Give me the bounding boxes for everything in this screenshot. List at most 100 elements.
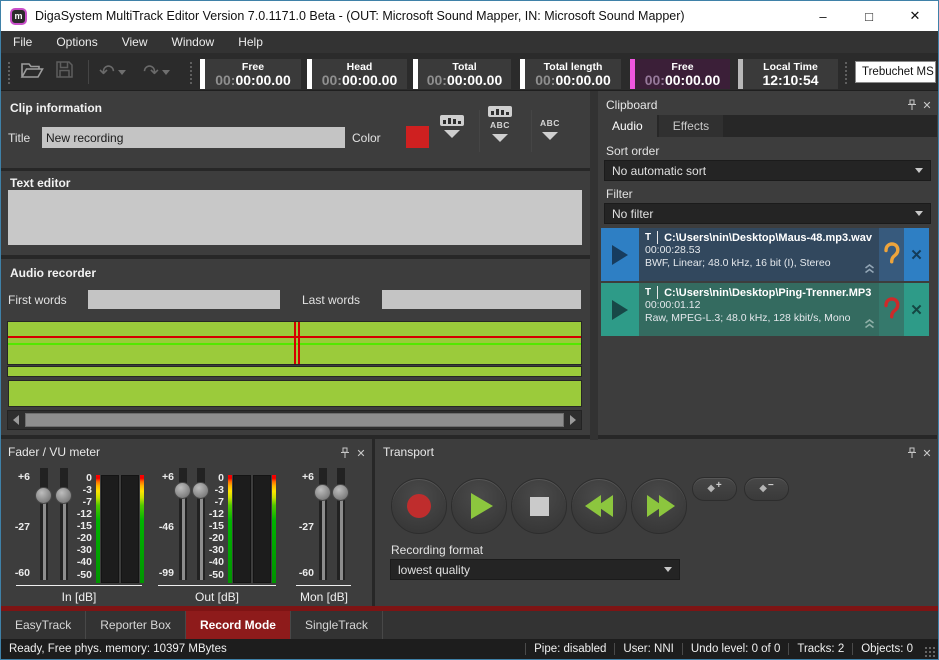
stop-button[interactable] bbox=[511, 478, 567, 534]
color-swatch[interactable] bbox=[406, 126, 429, 148]
playback-cursor[interactable] bbox=[294, 322, 296, 364]
clipboard-entry[interactable]: TC:\Users\nin\Desktop\Ping-Trenner.MP3 0… bbox=[601, 283, 929, 336]
level-bars-icon bbox=[440, 115, 464, 126]
sort-order-value: No automatic sort bbox=[612, 164, 706, 178]
menu-file[interactable]: File bbox=[1, 31, 44, 53]
waveform-scrollbar[interactable] bbox=[7, 410, 582, 430]
abc-icon: ABC bbox=[540, 119, 560, 128]
remove-clip-button[interactable]: ✕ bbox=[904, 283, 929, 336]
redo-icon: ↷ bbox=[143, 63, 159, 82]
record-waveform-overview[interactable] bbox=[8, 380, 582, 407]
add-marker-button[interactable]: ◆+ bbox=[692, 477, 737, 501]
fader-knob[interactable] bbox=[332, 484, 349, 501]
tab-easytrack[interactable]: EasyTrack bbox=[1, 611, 86, 639]
fader-scale-label: -27 bbox=[292, 522, 314, 533]
play-button[interactable] bbox=[451, 478, 507, 534]
close-icon[interactable]: ✕ bbox=[920, 98, 934, 112]
splitter-vertical[interactable] bbox=[590, 91, 598, 440]
undo-caret-icon[interactable] bbox=[118, 70, 126, 75]
redo-button[interactable]: ↷ bbox=[143, 58, 170, 86]
collapse-chevron-icon[interactable] bbox=[863, 261, 876, 279]
display-mode-audio-dropdown[interactable] bbox=[440, 115, 464, 138]
pin-icon[interactable] bbox=[905, 446, 919, 460]
display-mode-audio-text-dropdown[interactable]: ABC bbox=[488, 106, 512, 142]
close-button[interactable]: ✕ bbox=[892, 1, 938, 31]
vu-scale-tick: -50 bbox=[70, 570, 92, 581]
last-words-input[interactable] bbox=[382, 290, 581, 309]
close-icon[interactable]: ✕ bbox=[354, 446, 368, 460]
display-time: 00:00:00.00 bbox=[322, 73, 398, 88]
resize-grip[interactable] bbox=[923, 645, 936, 658]
minimize-button[interactable]: – bbox=[800, 1, 846, 31]
menu-window[interactable]: Window bbox=[160, 31, 227, 53]
remove-clip-button[interactable]: ✕ bbox=[904, 228, 929, 281]
save-button[interactable] bbox=[55, 58, 74, 86]
record-waveform-main[interactable] bbox=[7, 321, 582, 365]
first-words-input[interactable] bbox=[88, 290, 280, 309]
tab-singletrack[interactable]: SingleTrack bbox=[291, 611, 383, 639]
clip-information-title: Clip information bbox=[10, 101, 102, 115]
open-button[interactable] bbox=[20, 58, 44, 86]
remove-marker-button[interactable]: ◆− bbox=[744, 477, 789, 501]
marker-diamond-icon: ◆ bbox=[707, 484, 715, 494]
fast-forward-button[interactable] bbox=[631, 478, 687, 534]
vu-meter-left bbox=[233, 475, 251, 583]
record-button[interactable] bbox=[391, 478, 447, 534]
menu-help[interactable]: Help bbox=[226, 31, 275, 53]
abc-icon: ABC bbox=[490, 121, 510, 130]
app-icon: m bbox=[10, 8, 27, 25]
toolbar-grip[interactable] bbox=[8, 62, 11, 84]
fader-knob[interactable] bbox=[174, 482, 191, 499]
clip-info[interactable]: TC:\Users\nin\Desktop\Maus-48.mp3.wav 00… bbox=[639, 228, 879, 281]
chevron-down-icon bbox=[444, 130, 460, 138]
text-editor-area[interactable] bbox=[8, 190, 582, 245]
maximize-button[interactable]: □ bbox=[846, 1, 892, 31]
clip-path: C:\Users\nin\Desktop\Ping-Trenner.MP3 bbox=[664, 287, 871, 299]
sort-order-select[interactable]: No automatic sort bbox=[604, 160, 931, 181]
menu-view[interactable]: View bbox=[110, 31, 160, 53]
clipboard-tabs: Audio Effects bbox=[598, 115, 937, 137]
filter-select[interactable]: No filter bbox=[604, 203, 931, 224]
playback-cursor[interactable] bbox=[298, 322, 300, 364]
display-mode-text-dropdown[interactable]: ABC bbox=[540, 119, 560, 140]
pin-icon[interactable] bbox=[338, 446, 352, 460]
rewind-button[interactable] bbox=[571, 478, 627, 534]
font-selector[interactable]: Trebuchet MS bbox=[855, 61, 936, 83]
tab-effects[interactable]: Effects bbox=[659, 115, 723, 137]
arrow-right-icon bbox=[570, 415, 576, 425]
scrollbar-thumb[interactable] bbox=[25, 413, 564, 427]
fader-knob[interactable] bbox=[35, 487, 52, 504]
recording-format-select[interactable]: lowest quality bbox=[390, 559, 680, 580]
tab-record-mode[interactable]: Record Mode bbox=[186, 611, 291, 639]
menu-bar: File Options View Window Help bbox=[1, 31, 938, 53]
toolbar-grip[interactable] bbox=[845, 62, 848, 84]
redo-caret-icon[interactable] bbox=[162, 70, 170, 75]
undo-button[interactable]: ↶ bbox=[99, 58, 126, 86]
recording-format-label: Recording format bbox=[391, 543, 483, 557]
fader-knob[interactable] bbox=[314, 484, 331, 501]
stop-icon bbox=[530, 497, 549, 516]
clip-title-input[interactable] bbox=[42, 127, 345, 148]
menu-options[interactable]: Options bbox=[44, 31, 109, 53]
fader-slider-track[interactable] bbox=[40, 468, 48, 580]
record-waveform-strip[interactable] bbox=[7, 366, 582, 377]
collapse-chevron-icon[interactable] bbox=[863, 316, 876, 334]
level-bars-icon bbox=[488, 106, 512, 117]
scroll-left-button[interactable] bbox=[8, 411, 24, 429]
scroll-right-button[interactable] bbox=[565, 411, 581, 429]
play-clip-button[interactable] bbox=[601, 283, 639, 336]
tab-reporter-box[interactable]: Reporter Box bbox=[86, 611, 186, 639]
prelisten-button[interactable] bbox=[879, 283, 904, 336]
prelisten-button[interactable] bbox=[879, 228, 904, 281]
fader-slider-track[interactable] bbox=[60, 468, 68, 580]
close-icon[interactable]: ✕ bbox=[920, 446, 934, 460]
clipboard-entry[interactable]: TC:\Users\nin\Desktop\Maus-48.mp3.wav 00… bbox=[601, 228, 929, 281]
toolbar-grip[interactable] bbox=[190, 62, 193, 84]
pin-icon[interactable] bbox=[905, 98, 919, 112]
fader-group-label: Mon [dB] bbox=[288, 590, 360, 604]
clipboard-title: Clipboard bbox=[606, 98, 657, 112]
tab-audio[interactable]: Audio bbox=[598, 115, 657, 137]
play-clip-button[interactable] bbox=[601, 228, 639, 281]
vu-scale-tick: -15 bbox=[202, 521, 224, 532]
clip-info[interactable]: TC:\Users\nin\Desktop\Ping-Trenner.MP3 0… bbox=[639, 283, 879, 336]
